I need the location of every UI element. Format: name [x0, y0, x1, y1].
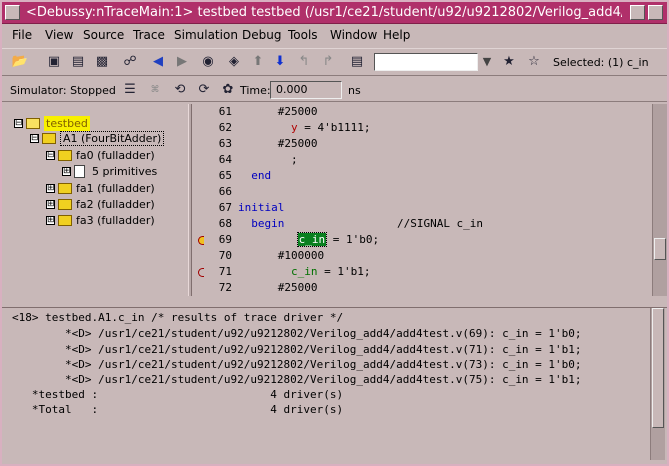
tree-node-testbed[interactable]: ⊟ testbed	[14, 116, 184, 131]
new-source-icon[interactable]: ▤	[68, 52, 88, 72]
source-line[interactable]: 68 begin //SIGNAL c_in	[192, 216, 652, 232]
expand-icon[interactable]: ⊞	[62, 167, 71, 176]
sim-list-icon[interactable]: ☰	[120, 80, 140, 100]
collapse-icon[interactable]: ⊟	[30, 134, 39, 143]
find-icon[interactable]: ☍	[120, 52, 140, 72]
source-line-selected[interactable]: 69 c_in = 1'b0;	[192, 232, 652, 248]
time-field[interactable]: 0.000	[270, 81, 342, 99]
open-folder-icon[interactable]: 📂	[10, 52, 30, 72]
tree-node-A1[interactable]: ⊟ A1 (FourBitAdder)	[30, 131, 184, 146]
tree-node-fa0[interactable]: ⊟ fa0 (fulladder)	[46, 148, 184, 163]
output-line[interactable]: *<D> /usr1/ce21/student/u92/u9212802/Ver…	[12, 357, 582, 372]
output-line[interactable]: *<D> /usr1/ce21/student/u92/u9212802/Ver…	[12, 326, 582, 341]
collapse-icon[interactable]: ⊟	[46, 151, 55, 160]
source-line[interactable]: 62 y = 4'b1111;	[192, 120, 652, 136]
selected-signal-label: Selected: (1) c_in	[553, 56, 649, 69]
sim-step-icon[interactable]: ⟲	[170, 80, 190, 100]
begin-comment-line: begin //SIGNAL c_in	[251, 217, 484, 230]
menu-simulation[interactable]: Simulation	[174, 28, 238, 42]
simulation-bar: Simulator: Stopped ☰ ⌘ ⟲ ⟳ ✿ Time: 0.000…	[2, 78, 667, 102]
down-arrow-icon[interactable]: ⬇	[270, 52, 290, 72]
waveform-icon[interactable]: ▩	[92, 52, 112, 72]
back-arrow-icon[interactable]: ◀	[148, 52, 168, 72]
document-icon	[74, 165, 85, 178]
sim-run-icon[interactable]: ⟳	[194, 80, 214, 100]
source-scrollbar[interactable]	[652, 104, 667, 296]
output-scrollbar[interactable]	[650, 308, 665, 460]
title-bar[interactable]: <Debussy:nTraceMain:1> testbed testbed (…	[2, 2, 667, 24]
instance-icon	[58, 150, 72, 161]
expand-icon[interactable]: ⊞	[46, 184, 55, 193]
scrollbar-thumb[interactable]	[652, 308, 664, 428]
search-dropdown-icon[interactable]: ▼	[480, 53, 494, 71]
expand-icon[interactable]: ⊞	[46, 216, 55, 225]
assign-c-in-statement: c_in = 1'b1;	[290, 265, 371, 278]
menu-file[interactable]: File	[12, 28, 32, 42]
output-line: *testbed : 4 driver(s)	[12, 388, 344, 401]
output-line: <18> testbed.A1.c_in /* results of trace…	[12, 311, 344, 324]
source-line[interactable]: 61 #25000	[192, 104, 652, 120]
source-view[interactable]: 61 #25000 62 y = 4'b1111; 63 #25000 64 ;…	[192, 104, 652, 296]
up-arrow-icon[interactable]: ⬆	[248, 52, 268, 72]
trace-down-icon[interactable]: ↱	[318, 52, 338, 72]
window-menu-button[interactable]	[5, 5, 20, 20]
message-output[interactable]: <18> testbed.A1.c_in /* results of trace…	[6, 308, 649, 458]
time-label: Time:	[240, 84, 271, 97]
search-backward-icon[interactable]: ☆	[524, 52, 544, 72]
source-line[interactable]: 71 c_in = 1'b1;	[192, 264, 652, 280]
forward-arrow-icon[interactable]: ▶	[172, 52, 192, 72]
tree-node-fa2[interactable]: ⊞ fa2 (fulladder)	[46, 197, 184, 212]
menu-help[interactable]: Help	[383, 28, 410, 42]
window-title: <Debussy:nTraceMain:1> testbed testbed (…	[26, 5, 622, 20]
menu-trace[interactable]: Trace	[133, 28, 165, 42]
search-forward-icon[interactable]: ★	[499, 52, 519, 72]
source-line[interactable]: 65 end	[192, 168, 652, 184]
output-line: *Total : 4 driver(s)	[12, 403, 344, 416]
assign-y-statement: y = 4'b1111;	[290, 121, 371, 134]
instance-icon	[58, 199, 72, 210]
menu-source[interactable]: Source	[83, 28, 124, 42]
menu-bar: File View Source Trace Simulation Debug …	[2, 24, 667, 46]
source-line[interactable]: 67 initial	[192, 200, 652, 216]
minimize-button[interactable]	[630, 5, 645, 20]
module-icon	[26, 118, 40, 129]
assign-c-in-statement: c_in = 1'b0;	[296, 232, 380, 247]
ctrl-c-icon[interactable]: ⌘	[145, 80, 165, 100]
source-line[interactable]: 66	[192, 184, 652, 200]
time-unit: ns	[348, 84, 361, 97]
calculator-icon[interactable]: ▤	[347, 52, 367, 72]
load-icon[interactable]: ◈	[224, 52, 244, 72]
source-line[interactable]: 70 #100000	[192, 248, 652, 264]
menu-tools[interactable]: Tools	[288, 28, 318, 42]
expand-icon[interactable]: ⊞	[46, 200, 55, 209]
trace-up-icon[interactable]: ↰	[294, 52, 314, 72]
source-line[interactable]: 63 #25000	[192, 136, 652, 152]
tree-node-primitives[interactable]: ⊞ 5 primitives	[62, 164, 184, 179]
tree-node-fa3[interactable]: ⊞ fa3 (fulladder)	[46, 213, 184, 228]
menu-debug[interactable]: Debug	[242, 28, 281, 42]
source-line[interactable]: 64 ;	[192, 152, 652, 168]
pane-splitter-horizontal[interactable]	[2, 298, 667, 308]
search-input[interactable]	[374, 53, 478, 71]
paw-icon[interactable]: ✿	[218, 80, 238, 100]
main-window: <Debussy:nTraceMain:1> testbed testbed (…	[0, 0, 669, 466]
hierarchy-tree: ⊟ testbed ⊟ A1 (FourBitAdder) ⊟ fa0 (ful…	[6, 104, 186, 294]
collapse-icon[interactable]: ⊟	[14, 119, 23, 128]
menu-view[interactable]: View	[45, 28, 73, 42]
scrollbar-thumb[interactable]	[654, 238, 666, 260]
output-line[interactable]: *<D> /usr1/ce21/student/u92/u9212802/Ver…	[12, 342, 582, 357]
tree-node-fa1[interactable]: ⊞ fa1 (fulladder)	[46, 181, 184, 196]
maximize-button[interactable]	[648, 5, 663, 20]
menu-window[interactable]: Window	[330, 28, 377, 42]
instance-icon	[58, 183, 72, 194]
toolbar: 📂 ▣ ▤ ▩ ☍ ◀ ▶ ◉ ◈ ⬆ ⬇ ↰ ↱ ▤ ▼ ★ ☆ Select…	[2, 48, 667, 76]
instance-icon	[42, 133, 56, 144]
driver-icon[interactable]: ◉	[198, 52, 218, 72]
instance-icon	[58, 215, 72, 226]
output-line[interactable]: *<D> /usr1/ce21/student/u92/u9212802/Ver…	[12, 372, 582, 387]
simulator-status: Simulator: Stopped	[10, 84, 116, 97]
source-line[interactable]: 72 #25000	[192, 280, 652, 296]
new-window-icon[interactable]: ▣	[44, 52, 64, 72]
